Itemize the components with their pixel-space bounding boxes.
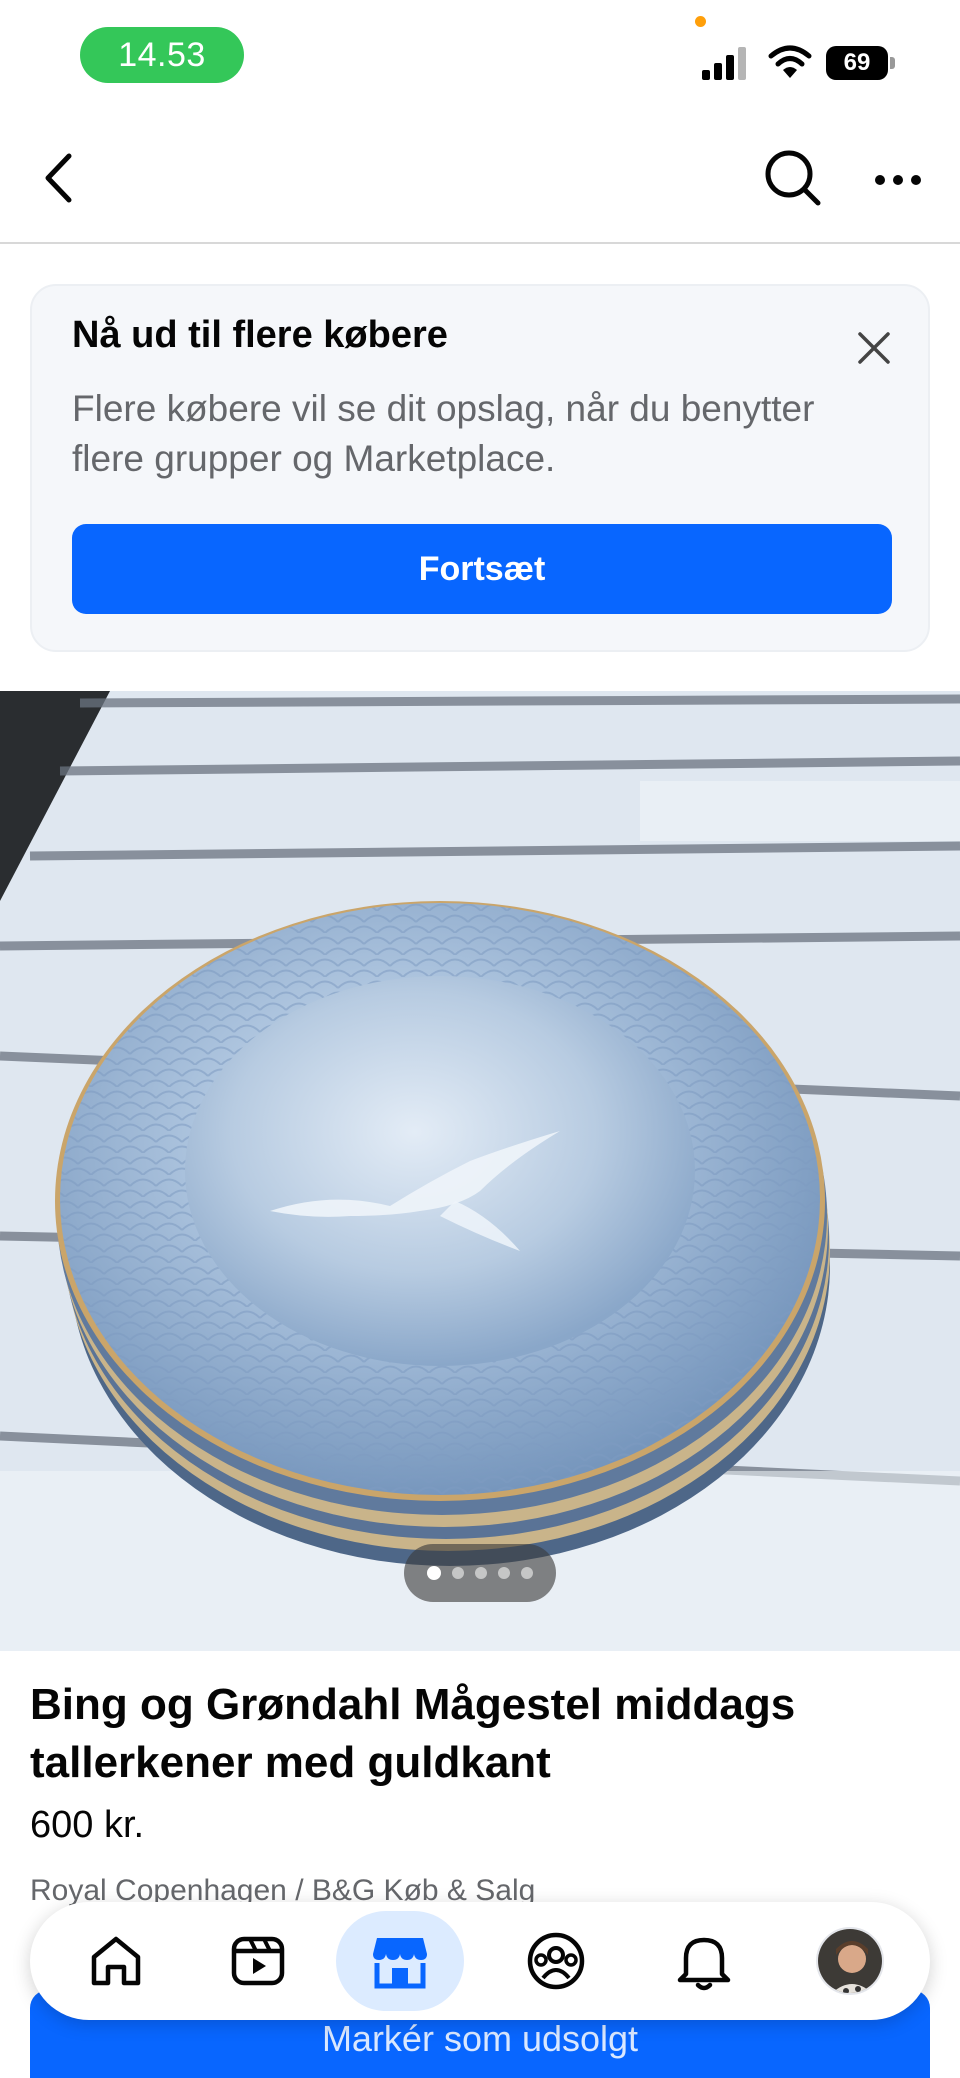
- marketplace-icon: [373, 1938, 427, 1989]
- carousel-indicator[interactable]: [404, 1544, 556, 1602]
- cellular-signal-icon: [702, 47, 746, 80]
- more-options-button[interactable]: [868, 150, 928, 210]
- search-icon: [765, 150, 821, 206]
- close-icon: [858, 332, 890, 364]
- more-horizontal-icon: [875, 175, 921, 185]
- tab-profile[interactable]: [786, 1911, 914, 2011]
- promo-description: Flere købere vil se dit opslag, når du b…: [72, 388, 815, 479]
- status-bar: 14.53 69: [0, 0, 960, 110]
- tab-home[interactable]: [52, 1911, 180, 2011]
- reach-more-buyers-card: Nå ud til flere købere Flere købere vil …: [30, 284, 930, 652]
- chevron-left-icon: [45, 153, 72, 203]
- tab-marketplace[interactable]: [336, 1911, 464, 2011]
- home-icon: [91, 1936, 141, 1986]
- battery-indicator: 69: [826, 46, 896, 80]
- promo-close-button[interactable]: [850, 324, 898, 372]
- carousel-dot-1[interactable]: [427, 1566, 441, 1580]
- groups-icon: [527, 1932, 585, 1990]
- top-navigation-bar: [0, 110, 960, 244]
- video-icon: [231, 1936, 285, 1986]
- avatar: [816, 1927, 884, 1995]
- status-time: 14.53: [80, 27, 244, 83]
- listing-photo[interactable]: [0, 691, 960, 1651]
- tab-groups[interactable]: [492, 1911, 620, 2011]
- listing-title: Bing og Grøndahl Mågestel middags taller…: [30, 1680, 796, 1787]
- carousel-dot-3[interactable]: [475, 1567, 487, 1579]
- carousel-dot-5[interactable]: [521, 1567, 533, 1579]
- bottom-tab-bar: [30, 1902, 930, 2020]
- carousel-dot-4[interactable]: [498, 1567, 510, 1579]
- wifi-icon: [768, 45, 812, 78]
- back-button[interactable]: [30, 148, 86, 208]
- search-button[interactable]: [758, 146, 828, 210]
- tab-notifications[interactable]: [640, 1911, 768, 2011]
- tab-video[interactable]: [194, 1911, 322, 2011]
- carousel-dot-2[interactable]: [452, 1567, 464, 1579]
- privacy-indicator-dot: [695, 16, 706, 27]
- battery-level: 69: [826, 46, 888, 80]
- bell-icon: [677, 1937, 731, 1991]
- product-image: [0, 691, 960, 1651]
- listing-price: 600 kr.: [30, 1804, 145, 1846]
- continue-button[interactable]: Fortsæt: [72, 524, 892, 614]
- promo-title: Nå ud til flere købere: [72, 314, 448, 356]
- battery-cap: [890, 57, 895, 69]
